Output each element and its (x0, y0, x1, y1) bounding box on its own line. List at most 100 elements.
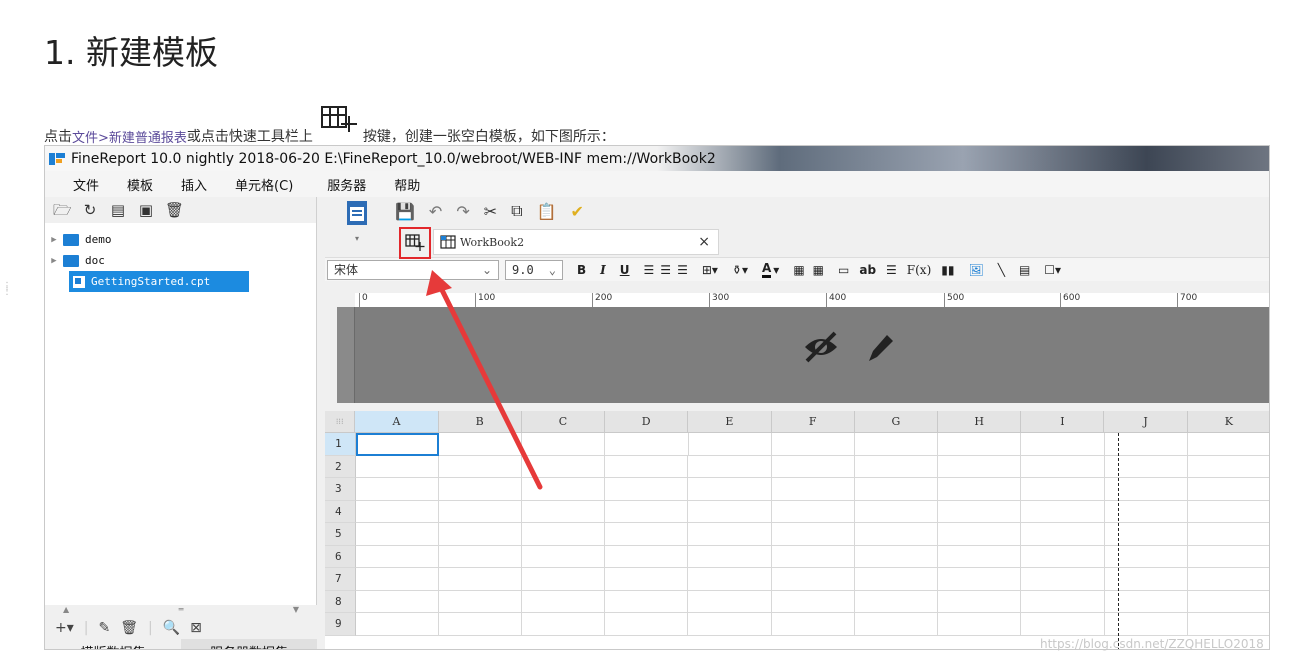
grid-cell[interactable] (605, 455, 689, 478)
grid-cell[interactable] (938, 433, 1022, 456)
grid-cell[interactable] (1187, 456, 1269, 478)
format-painter-icon[interactable]: ✔ (571, 202, 584, 221)
column-header[interactable]: D (605, 411, 689, 433)
grid-cell[interactable] (1021, 590, 1105, 613)
insert-text-button[interactable]: ab (859, 263, 876, 277)
grid-cell[interactable] (605, 590, 689, 613)
grid-cell[interactable] (771, 613, 855, 636)
grid-cell[interactable] (771, 478, 855, 501)
grid-cell[interactable] (854, 523, 939, 546)
grid-cell[interactable] (355, 523, 439, 546)
grid-cell[interactable] (438, 613, 523, 636)
grid-cell[interactable] (438, 523, 523, 546)
grid-cell[interactable] (1187, 478, 1269, 501)
grid-cell[interactable] (688, 523, 772, 546)
grid-cell[interactable] (1021, 613, 1105, 636)
grid-cell[interactable] (605, 500, 689, 523)
grid-cell[interactable] (1021, 433, 1105, 456)
align-center-icon[interactable]: ☰ (660, 263, 671, 277)
grid-cell[interactable] (522, 523, 606, 546)
row-header[interactable]: 8 (325, 590, 356, 613)
grid-cell[interactable] (522, 613, 606, 636)
new-template-button[interactable] (399, 227, 431, 259)
grid-cell[interactable] (938, 455, 1022, 478)
align-right-icon[interactable]: ☰ (677, 263, 688, 277)
save-icon[interactable]: 💾 (395, 202, 415, 221)
grid-cell[interactable] (605, 545, 689, 568)
subreport-icon[interactable]: ▤ (1019, 263, 1030, 277)
delete-icon[interactable]: 🗑 (165, 201, 184, 219)
grid-cell[interactable] (438, 590, 523, 613)
dataset-param-icon[interactable]: ⊠ (190, 620, 202, 636)
grid-cell[interactable] (854, 500, 939, 523)
column-header[interactable]: K (1187, 411, 1269, 433)
tree-item-gettingstarted[interactable]: GettingStarted.cpt (69, 271, 249, 292)
grid-cell[interactable] (522, 545, 606, 568)
grid-cell[interactable] (355, 545, 439, 568)
redo-icon[interactable]: ↷ (456, 202, 469, 221)
tab-workbook2[interactable]: WorkBook2 × (433, 229, 719, 255)
refresh-icon[interactable]: ↻ (81, 201, 99, 219)
column-header[interactable]: H (938, 411, 1022, 433)
grid-cell[interactable] (438, 545, 523, 568)
grid-cell[interactable] (854, 545, 939, 568)
grid-cell[interactable] (1187, 568, 1269, 591)
grid-cell[interactable] (688, 500, 772, 523)
fill-color-icon[interactable]: ⚱▾ (732, 263, 748, 277)
grid-cell[interactable] (854, 478, 939, 501)
image-icon[interactable]: 🖼 (968, 263, 983, 277)
new-report-dropdown[interactable]: ▾ (345, 199, 371, 255)
template-list-icon[interactable]: ▤ (109, 201, 127, 219)
chart-icon[interactable]: ▮▮ (941, 263, 954, 277)
grid-cell[interactable] (938, 523, 1022, 546)
menu-insert[interactable]: 插入 (181, 175, 207, 194)
grid-cell[interactable] (938, 500, 1022, 523)
grid-cell[interactable] (854, 433, 939, 456)
grid-cell[interactable] (1187, 591, 1269, 613)
grid-cell[interactable] (522, 590, 606, 613)
undo-icon[interactable]: ↶ (429, 202, 442, 221)
grid-cell[interactable] (688, 545, 772, 568)
merge-cells-icon[interactable]: ▦ (793, 263, 804, 277)
row-header[interactable]: 6 (325, 545, 356, 568)
slash-icon[interactable]: ╲ (998, 263, 1005, 277)
column-header[interactable]: I (1021, 411, 1105, 433)
more-cell-types-icon[interactable]: ☐▾ (1044, 263, 1061, 277)
grid-cell[interactable] (771, 455, 855, 478)
grid-cell[interactable] (1187, 613, 1269, 636)
menu-file[interactable]: 文件 (73, 175, 99, 194)
grid-cell[interactable] (1021, 478, 1105, 501)
grid-cell[interactable] (1021, 568, 1105, 591)
column-header[interactable]: F (771, 411, 855, 433)
grid-cell[interactable] (938, 545, 1022, 568)
grid-cell[interactable] (438, 478, 523, 501)
grid-cell[interactable] (1187, 523, 1269, 546)
grid-cell[interactable] (854, 590, 939, 613)
rich-text-icon[interactable]: ☰ (886, 263, 897, 277)
grid-cell[interactable] (605, 523, 689, 546)
font-color-icon[interactable]: A (761, 261, 772, 278)
grid-cell[interactable] (938, 590, 1022, 613)
grid-cell[interactable] (438, 500, 523, 523)
grid-cell[interactable] (938, 568, 1022, 591)
tree-item-doc[interactable]: ▶ doc (45, 250, 316, 271)
grid-cell[interactable] (1187, 501, 1269, 523)
tab-template-dataset[interactable]: 模版数据集 (45, 639, 181, 650)
paste-icon[interactable]: 📋 (537, 202, 557, 221)
grid-cell[interactable] (355, 613, 439, 636)
splitter-handle[interactable]: ▲ ═ ▼ (45, 605, 317, 617)
column-header[interactable]: E (688, 411, 772, 433)
grid-cell[interactable] (771, 568, 855, 591)
grid-cell[interactable] (771, 523, 855, 546)
row-header[interactable]: 3 (325, 478, 356, 501)
grid-cell[interactable] (688, 568, 772, 591)
grid-cell[interactable] (938, 613, 1022, 636)
select-all-corner[interactable]: ⁝⁝⁝ (325, 411, 356, 433)
unmerge-cells-icon[interactable]: ▦ (813, 263, 824, 277)
row-header[interactable]: 7 (325, 568, 356, 591)
grid-cell[interactable] (355, 433, 439, 456)
add-dataset-icon[interactable]: +▾ (55, 620, 74, 636)
grid-cell[interactable] (854, 613, 939, 636)
menu-template[interactable]: 模板 (127, 175, 153, 194)
grid-cell[interactable] (522, 568, 606, 591)
